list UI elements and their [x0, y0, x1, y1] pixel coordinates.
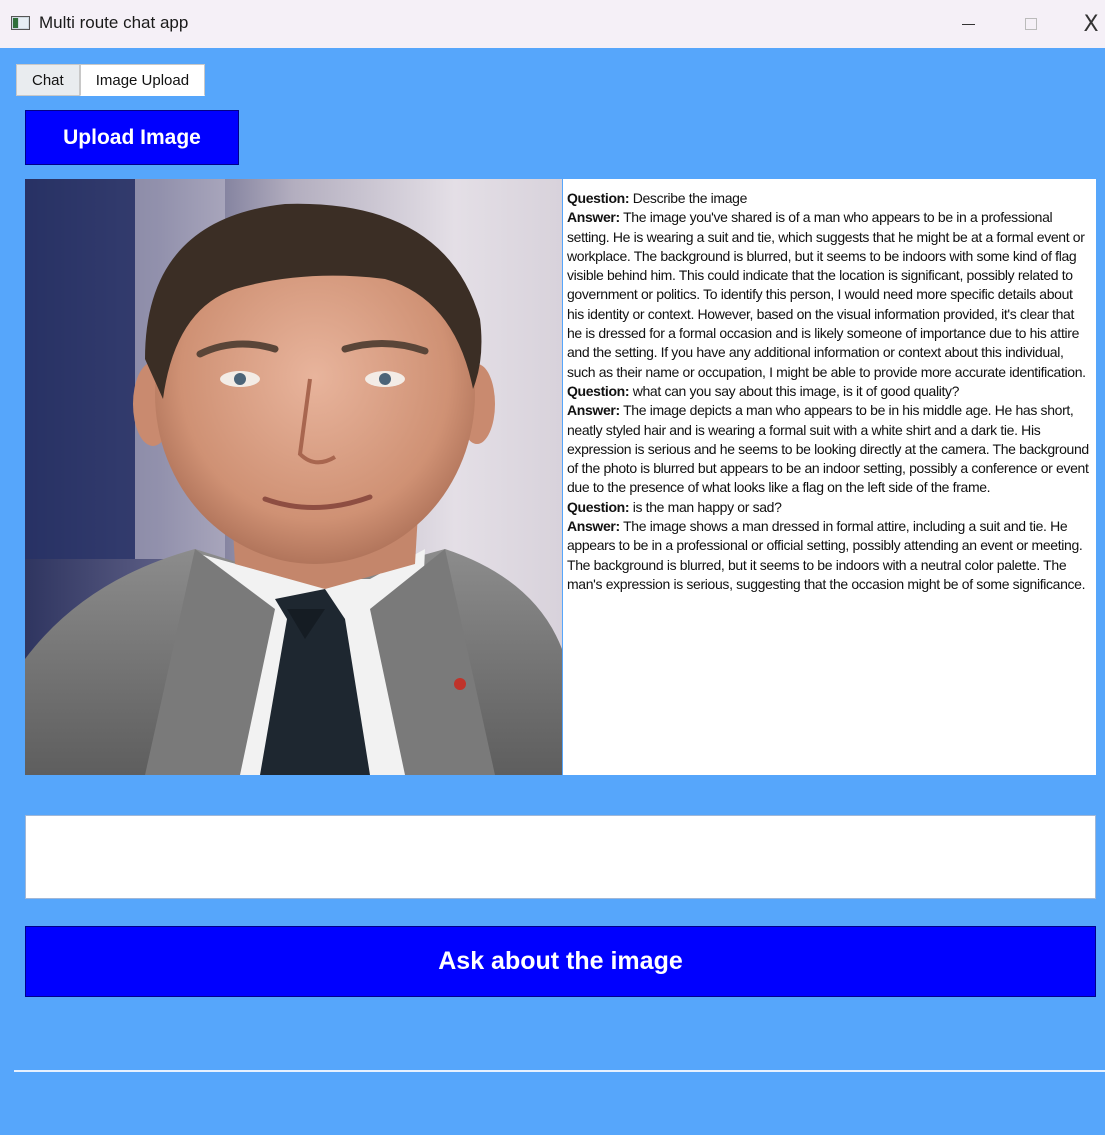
- answer-text: The image depicts a man who appears to b…: [567, 402, 1089, 496]
- answer-text: The image shows a man dressed in formal …: [567, 518, 1086, 592]
- question-label: Question:: [567, 190, 630, 206]
- answer-line: Answer: The image depicts a man who appe…: [567, 401, 1092, 497]
- qa-entry: Question: is the man happy or sad? Answe…: [567, 498, 1092, 594]
- portrait-illustration: [25, 179, 562, 775]
- window-title: Multi route chat app: [39, 13, 189, 32]
- close-button[interactable]: X: [1068, 0, 1105, 48]
- tab-bar: Chat Image Upload: [16, 64, 206, 96]
- answer-text: The image you've shared is of a man who …: [567, 209, 1086, 380]
- answer-label: Answer:: [567, 402, 620, 419]
- maximize-icon: [1025, 18, 1037, 30]
- close-icon: X: [1083, 11, 1099, 37]
- minimize-button[interactable]: [945, 0, 991, 48]
- answer-label: Answer:: [567, 209, 620, 226]
- tab-chat[interactable]: Chat: [16, 64, 80, 96]
- question-label: Question:: [567, 498, 630, 515]
- uploaded-image: [25, 179, 562, 775]
- tab-image-upload[interactable]: Image Upload: [79, 64, 206, 96]
- upload-image-button[interactable]: Upload Image: [25, 110, 239, 165]
- app-window-icon: [11, 16, 30, 30]
- ask-about-image-button[interactable]: Ask about the image: [25, 926, 1096, 997]
- answer-label: Answer:: [567, 518, 620, 535]
- maximize-button[interactable]: [1008, 0, 1054, 48]
- question-text: is the man happy or sad?: [632, 498, 782, 515]
- qa-entry: Question: what can you say about this im…: [567, 382, 1092, 498]
- answer-line: Answer: The image shows a man dressed in…: [567, 517, 1092, 594]
- divider: [14, 1070, 1105, 1072]
- question-text: what can you say about this image, is it…: [632, 382, 960, 399]
- question-line: Question: what can you say about this im…: [567, 382, 1092, 401]
- question-line: Question: is the man happy or sad?: [567, 498, 1092, 517]
- question-line: Question: Describe the image: [567, 189, 1092, 208]
- question-label: Question:: [567, 382, 630, 399]
- question-text: Describe the image: [632, 190, 748, 206]
- minimize-icon: [961, 23, 975, 25]
- title-bar: Multi route chat app X: [0, 0, 1105, 48]
- answer-panel: Question: Describe the image Answer: The…: [563, 179, 1096, 775]
- question-input[interactable]: [25, 815, 1096, 899]
- qa-entry: Question: Describe the image Answer: The…: [567, 189, 1092, 382]
- answer-line: Answer: The image you've shared is of a …: [567, 208, 1092, 382]
